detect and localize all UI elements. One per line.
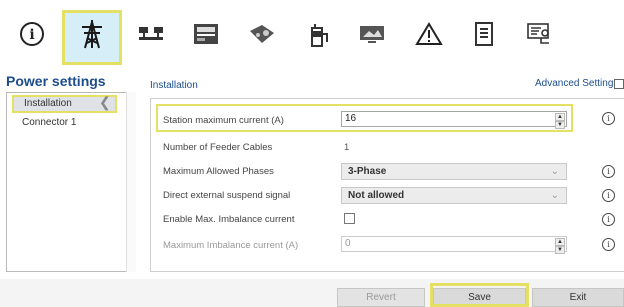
network-icon[interactable]: [135, 18, 167, 50]
sidebar-panel: Installation ❮ Connector 1: [6, 92, 136, 272]
max-imbalance-stepper[interactable]: ▲ ▼: [555, 238, 565, 254]
info-icon[interactable]: i: [602, 165, 615, 178]
suspend-signal-select[interactable]: Not allowed ⌄: [341, 187, 567, 204]
section-title: Installation: [150, 80, 198, 91]
footer-bar: [0, 279, 624, 307]
info-icon[interactable]: i: [602, 112, 615, 125]
sidebar-item-installation[interactable]: Installation ❮: [12, 94, 117, 113]
station-max-current-value: 16: [345, 113, 357, 124]
charging-cable-icon[interactable]: [246, 18, 278, 50]
max-phases-label: Maximum Allowed Phases: [163, 166, 274, 177]
info-icon[interactable]: i: [602, 213, 615, 226]
svg-text:i: i: [29, 27, 34, 43]
exit-button[interactable]: Exit: [532, 288, 624, 307]
display-icon[interactable]: [357, 18, 389, 50]
power-pylon-icon[interactable]: [76, 18, 108, 50]
max-imbalance-label: Maximum Imbalance current (A): [163, 240, 299, 251]
sidebar-scrollbar[interactable]: [126, 92, 136, 272]
max-phases-select[interactable]: 3-Phase ⌄: [341, 163, 567, 180]
charger-icon[interactable]: [303, 18, 335, 50]
enable-imbalance-label: Enable Max. Imbalance current: [163, 214, 295, 225]
max-imbalance-input[interactable]: 0 ▲ ▼: [341, 236, 567, 254]
chevron-down-icon: ⌄: [550, 190, 559, 201]
warning-icon[interactable]: [413, 18, 445, 50]
max-phases-value: 3-Phase: [348, 166, 387, 177]
revert-button[interactable]: Revert: [337, 288, 425, 307]
sidebar-item-connector-1[interactable]: Connector 1: [22, 117, 76, 128]
chevron-down-icon: ⌄: [550, 166, 559, 177]
advanced-settings-label: Advanced Settings: [535, 78, 619, 89]
info-icon[interactable]: i: [602, 189, 615, 202]
suspend-signal-label: Direct external suspend signal: [163, 190, 291, 201]
sidebar-item-label: Installation: [24, 98, 72, 109]
max-imbalance-value: 0: [345, 238, 351, 249]
suspend-signal-value: Not allowed: [348, 190, 405, 201]
station-max-current-input[interactable]: 16 ▲ ▼: [341, 111, 567, 129]
diagnostics-icon[interactable]: [523, 18, 555, 50]
save-button-highlight: [430, 283, 529, 307]
payment-terminal-icon[interactable]: [190, 18, 222, 50]
advanced-settings-checkbox[interactable]: [614, 79, 624, 89]
station-max-current-stepper[interactable]: ▲ ▼: [555, 113, 565, 129]
document-icon[interactable]: [468, 18, 500, 50]
sidebar-title: Power settings: [6, 73, 106, 89]
station-max-current-label: Station maximum current (A): [163, 115, 284, 126]
info-icon[interactable]: i: [602, 238, 615, 251]
feeder-cables-value: 1: [344, 142, 350, 153]
info-icon[interactable]: i: [16, 18, 48, 50]
chevron-left-icon: ❮: [99, 94, 111, 110]
feeder-cables-label: Number of Feeder Cables: [163, 142, 273, 153]
enable-imbalance-checkbox[interactable]: [344, 213, 355, 224]
